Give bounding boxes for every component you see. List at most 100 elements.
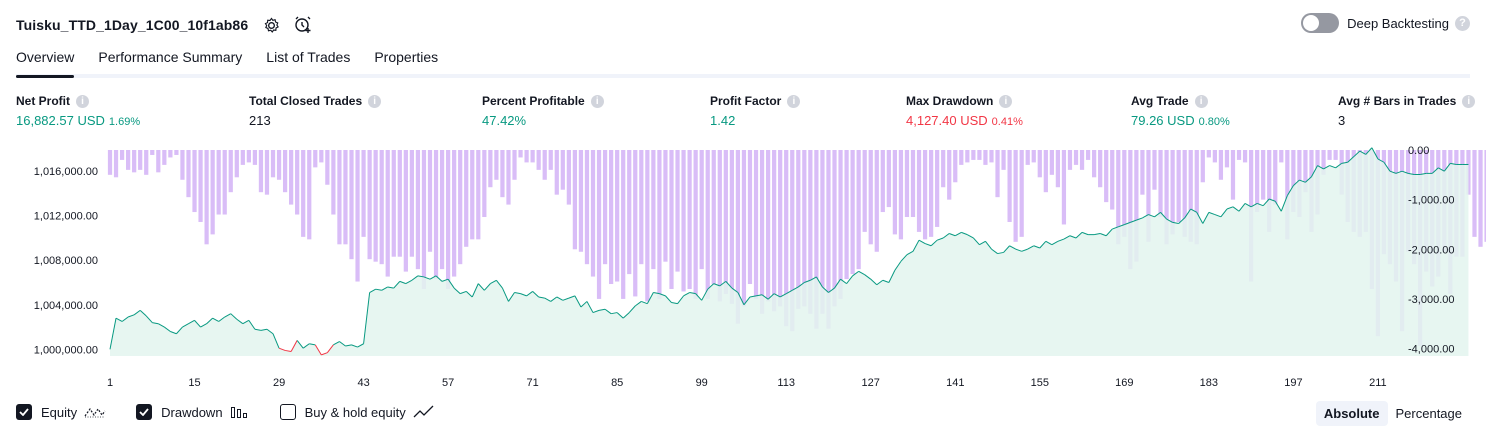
add-alert-icon[interactable]: [294, 16, 312, 34]
right-axis-label: 0.00: [1408, 145, 1429, 157]
info-icon[interactable]: i: [787, 94, 801, 108]
tab-list-of-trades[interactable]: List of Trades: [266, 44, 350, 74]
stat-value: 3: [1338, 113, 1346, 128]
x-axis-label: 43: [357, 377, 369, 389]
drawdown-bar: [107, 150, 113, 175]
drawdown-bar: [1478, 150, 1483, 247]
legend-drawdown[interactable]: Drawdown: [136, 404, 249, 420]
drawdown-bar: [1037, 150, 1042, 178]
info-icon[interactable]: i: [1194, 94, 1208, 108]
drawdown-bar: [892, 150, 897, 235]
question-icon[interactable]: ?: [1455, 15, 1470, 31]
drawdown-bar: [536, 150, 541, 170]
legend-drawdown-label: Drawdown: [161, 404, 223, 420]
drawdown-bar: [590, 150, 596, 277]
drawdown-bar: [1110, 150, 1115, 210]
info-icon[interactable]: i: [368, 94, 382, 108]
drawdown-bar: [506, 150, 511, 205]
stat-percent: 0.41%: [991, 116, 1023, 128]
drawdown-bar: [1067, 150, 1073, 170]
drawdown-bar: [512, 150, 517, 180]
mode-absolute[interactable]: Absolute: [1315, 401, 1388, 426]
drawdown-bar: [669, 150, 674, 289]
drawdown-bar: [174, 150, 179, 155]
drawdown-bar: [1055, 150, 1061, 188]
drawdown-bar: [1273, 150, 1278, 205]
stat-value: 79.26 USD: [1131, 113, 1195, 128]
stat-value: 4,127.40 USD: [906, 113, 988, 128]
drawdown-bar: [132, 150, 137, 173]
drawdown-bar: [596, 150, 602, 299]
deep-backtesting-control: Deep Backtesting ?: [1301, 13, 1470, 33]
drawdown-bar: [772, 150, 777, 312]
drawdown-bar: [1079, 150, 1085, 170]
drawdown-bar: [270, 150, 276, 178]
drawdown-bar: [554, 150, 559, 195]
drawdown-bar: [126, 150, 131, 170]
legend-buy-hold[interactable]: Buy & hold equity: [279, 404, 435, 420]
drawdown-bar: [729, 150, 734, 304]
drawdown-bar: [922, 150, 928, 240]
gear-icon[interactable]: [262, 16, 280, 34]
drawdown-bar: [470, 150, 475, 240]
drawdown-bar: [651, 150, 656, 270]
drawdown-bar: [458, 150, 463, 265]
info-icon[interactable]: i: [999, 94, 1013, 108]
drawdown-bar: [180, 150, 185, 180]
drawdown-bar: [663, 150, 668, 262]
drawdown-bar: [1333, 150, 1338, 160]
drawdown-bar: [210, 150, 215, 235]
drawdown-bar: [681, 150, 686, 292]
drawdown-bar: [989, 150, 994, 163]
drawdown-bar: [367, 150, 372, 260]
drawdown-bar: [693, 150, 698, 299]
tab-performance-summary[interactable]: Performance Summary: [98, 44, 242, 74]
x-axis-label: 29: [273, 377, 285, 389]
drawdown-bar: [796, 150, 801, 309]
toggle-knob: [1303, 15, 1320, 31]
drawdown-bar: [482, 150, 487, 218]
drawdown-bar: [753, 150, 759, 299]
deep-backtesting-toggle[interactable]: [1301, 13, 1340, 33]
drawdown-bar: [488, 150, 493, 188]
drawdown-bar: [252, 150, 258, 165]
drawdown-bar: [1224, 150, 1230, 168]
tab-properties[interactable]: Properties: [374, 44, 438, 74]
drawdown-bar: [325, 150, 330, 185]
drawdown-bar: [916, 150, 922, 232]
drawdown-bar: [965, 150, 970, 163]
mode-percentage[interactable]: Percentage: [1388, 401, 1471, 426]
drawdown-bars-icon: [230, 405, 250, 419]
legend-equity[interactable]: Equity: [16, 404, 106, 420]
drawdown-bar: [1140, 150, 1145, 195]
stat-total-closed-trades: Total Closed Trades i 213: [249, 94, 382, 128]
tab-overview[interactable]: Overview: [16, 44, 75, 78]
equity-checkbox[interactable]: [16, 404, 32, 420]
drawdown-bar: [844, 150, 849, 280]
buy-hold-checkbox[interactable]: [279, 404, 296, 420]
drawdown-bar: [850, 150, 855, 275]
info-icon[interactable]: i: [76, 94, 89, 108]
drawdown-checkbox[interactable]: [136, 404, 153, 420]
drawdown-bar: [445, 150, 451, 289]
drawdown-bar: [264, 150, 270, 195]
drawdown-bar: [566, 150, 571, 205]
drawdown-bar: [898, 150, 904, 240]
info-icon[interactable]: i: [1462, 94, 1476, 108]
stat-max-drawdown: Max Drawdown i 4,127.40 USD 0.41%: [906, 94, 1023, 128]
stat-percent: 0.80%: [1198, 116, 1230, 128]
drawdown-bar: [615, 150, 620, 282]
legend-buy-hold-label: Buy & hold equity: [304, 404, 406, 420]
drawdown-bar: [162, 150, 167, 165]
info-icon[interactable]: i: [590, 94, 604, 108]
drawdown-bar: [928, 150, 934, 237]
drawdown-bar: [572, 150, 578, 250]
drawdown-bar: [113, 150, 119, 178]
stat-percent: 1.69%: [108, 116, 141, 128]
drawdown-bar: [524, 150, 529, 163]
stats-row: Net Profit i 16,882.57 USD 1.69% Total Clo…: [0, 94, 1486, 134]
stat-label: Avg Trade: [1131, 94, 1189, 108]
drawdown-bar: [138, 150, 143, 170]
equity-drawdown-chart[interactable]: 1,016,000.00 1,012,000.00 1,008,000.00 1,00…: [0, 140, 1486, 395]
drawdown-bar: [1049, 150, 1054, 175]
